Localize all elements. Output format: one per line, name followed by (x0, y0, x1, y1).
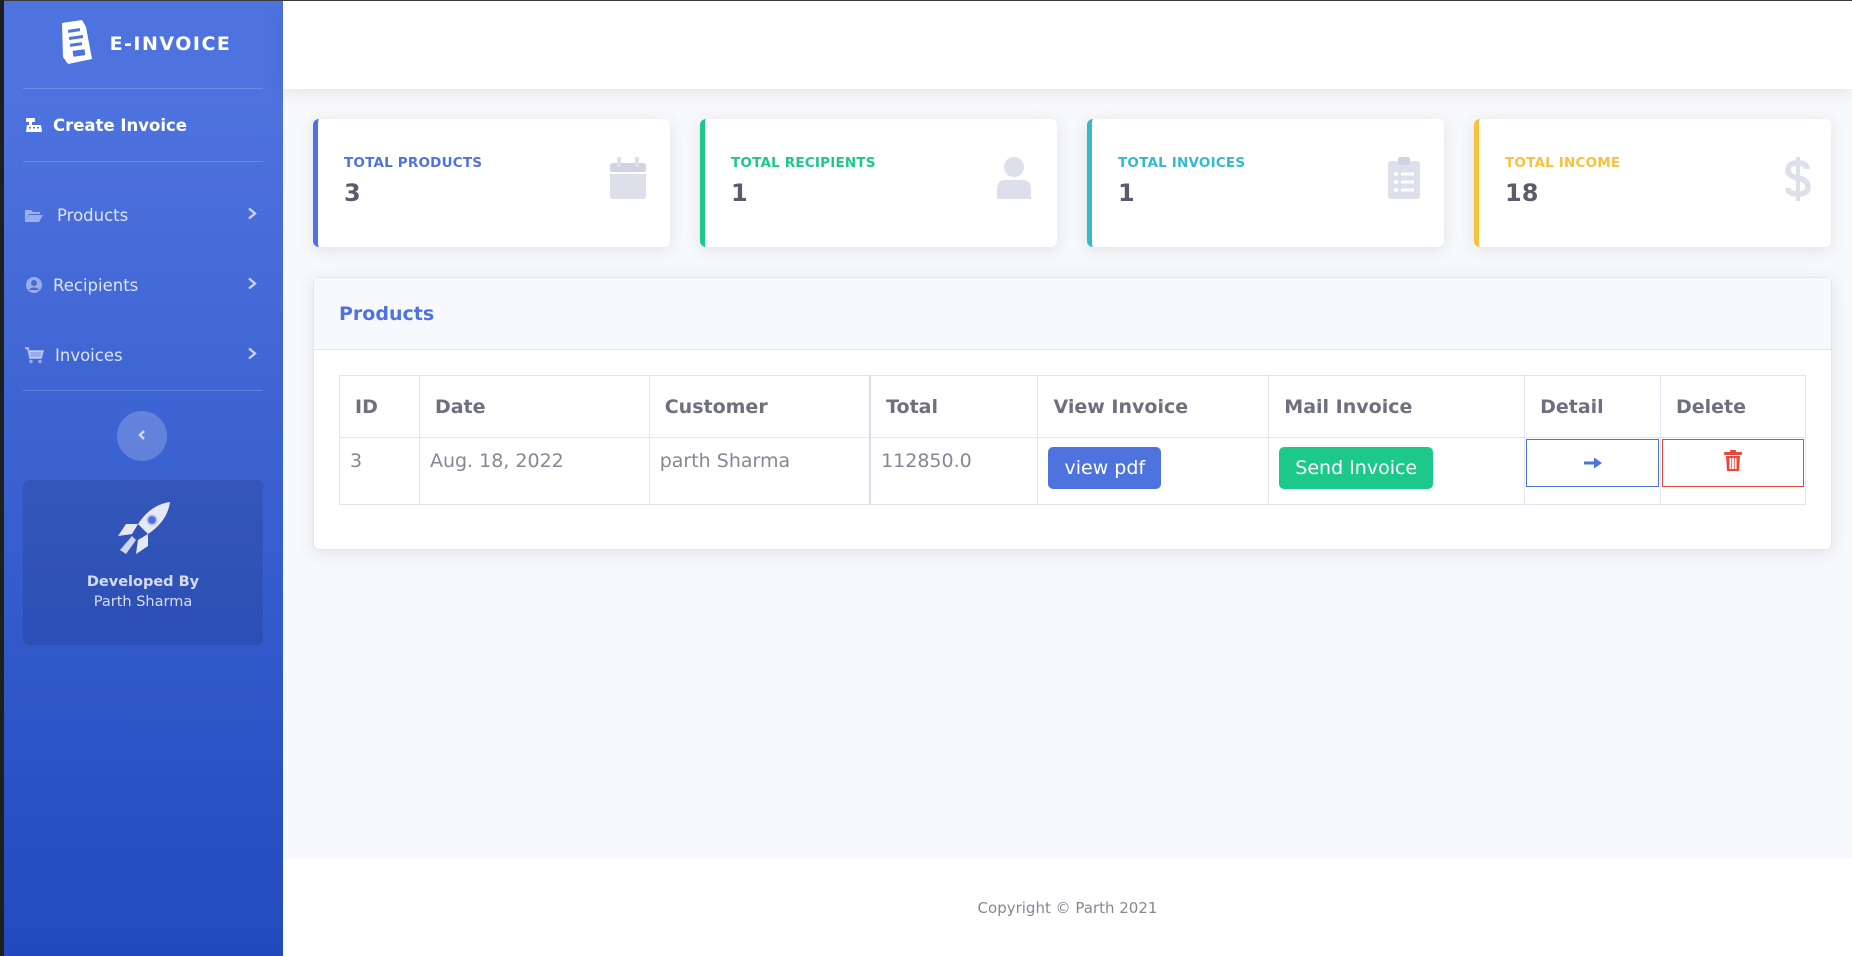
user-icon (995, 157, 1033, 203)
stat-card-recipients: TOTAL RECIPIENTS 1 (700, 119, 1057, 247)
chevron-right-icon (247, 276, 257, 295)
sidebar-item-create-invoice[interactable]: Create Invoice (0, 89, 283, 161)
sidebar-item-invoices[interactable]: Invoices (0, 320, 283, 390)
panel-title: Products (314, 278, 1831, 350)
developer-name: Parth Sharma (93, 594, 193, 610)
developer-card: Developed By Parth Sharma (23, 480, 263, 645)
table-header-row: ID Date Customer Total View Invoice Mail… (339, 375, 1806, 438)
column-header-view-invoice: View Invoice (1037, 375, 1270, 438)
sidebar-item-label: Recipients (53, 275, 139, 295)
products-table: ID Date Customer Total View Invoice Mail… (339, 375, 1806, 505)
sidebar-toggle-button[interactable] (116, 411, 167, 461)
column-header-customer: Customer (648, 375, 871, 438)
invoice-logo-icon (56, 19, 96, 69)
column-header-date: Date (418, 375, 650, 438)
developer-title: Developed By (86, 574, 200, 590)
window-left-edge (0, 0, 4, 956)
stat-value: 3 (344, 179, 361, 207)
cash-register-icon (23, 116, 45, 134)
column-header-id: ID (339, 375, 420, 438)
folder-open-icon (23, 206, 45, 224)
column-header-detail: Detail (1524, 375, 1661, 438)
calendar-icon (610, 157, 646, 203)
dollar-icon (1785, 157, 1811, 205)
delete-button[interactable] (1662, 439, 1804, 487)
sidebar-item-label: Create Invoice (53, 115, 187, 135)
stat-label: TOTAL INVOICES (1118, 155, 1246, 171)
column-header-delete: Delete (1660, 375, 1806, 438)
view-pdf-button[interactable]: view pdf (1048, 447, 1162, 489)
table-row: 3 Aug. 18, 2022 parth Sharma 112850.0 vi… (339, 437, 1806, 505)
footer: Copyright © Parth 2021 (283, 859, 1852, 956)
sidebar-item-label: Products (57, 205, 129, 225)
sidebar-item-recipients[interactable]: Recipients (0, 250, 283, 320)
window-top-edge (0, 0, 1852, 1)
stat-value: 1 (731, 179, 748, 207)
cell-customer: parth Sharma (648, 437, 871, 505)
clipboard-list-icon (1388, 157, 1420, 203)
column-header-mail-invoice: Mail Invoice (1268, 375, 1526, 438)
chevron-right-icon (247, 346, 257, 365)
products-panel: Products ID Date Customer Total View Inv… (313, 277, 1832, 550)
detail-button[interactable] (1526, 439, 1659, 487)
user-circle-icon (23, 276, 45, 294)
trash-icon (1724, 450, 1742, 476)
rocket-icon (108, 498, 178, 568)
column-header-total: Total (869, 375, 1039, 438)
copyright-text: Copyright © Parth 2021 (977, 898, 1158, 917)
shopping-cart-icon (23, 346, 45, 364)
stat-card-products: TOTAL PRODUCTS 3 (313, 119, 670, 247)
stat-card-income: TOTAL INCOME 18 (1474, 119, 1831, 247)
brand-name: E-INVOICE (109, 33, 232, 55)
stat-label: TOTAL RECIPIENTS (731, 155, 876, 171)
sidebar-item-products[interactable]: Products (0, 180, 283, 250)
cell-total: 112850.0 (869, 437, 1039, 505)
arrow-right-icon (1583, 452, 1603, 474)
sidebar-item-label: Invoices (55, 345, 123, 365)
stat-value: 1 (1118, 179, 1135, 207)
topbar (283, 1, 1852, 89)
send-invoice-button[interactable]: Send Invoice (1279, 447, 1434, 489)
chevron-right-icon (247, 206, 257, 225)
stat-card-invoices: TOTAL INVOICES 1 (1087, 119, 1444, 247)
sidebar: E-INVOICE Create Invoice Products Recipi… (0, 0, 283, 956)
cell-date: Aug. 18, 2022 (418, 437, 650, 505)
cell-id: 3 (339, 437, 420, 505)
chevron-left-icon (137, 427, 147, 446)
stat-label: TOTAL PRODUCTS (344, 155, 483, 171)
stat-label: TOTAL INCOME (1505, 155, 1621, 171)
brand[interactable]: E-INVOICE (0, 0, 283, 88)
stat-value: 18 (1505, 179, 1539, 207)
